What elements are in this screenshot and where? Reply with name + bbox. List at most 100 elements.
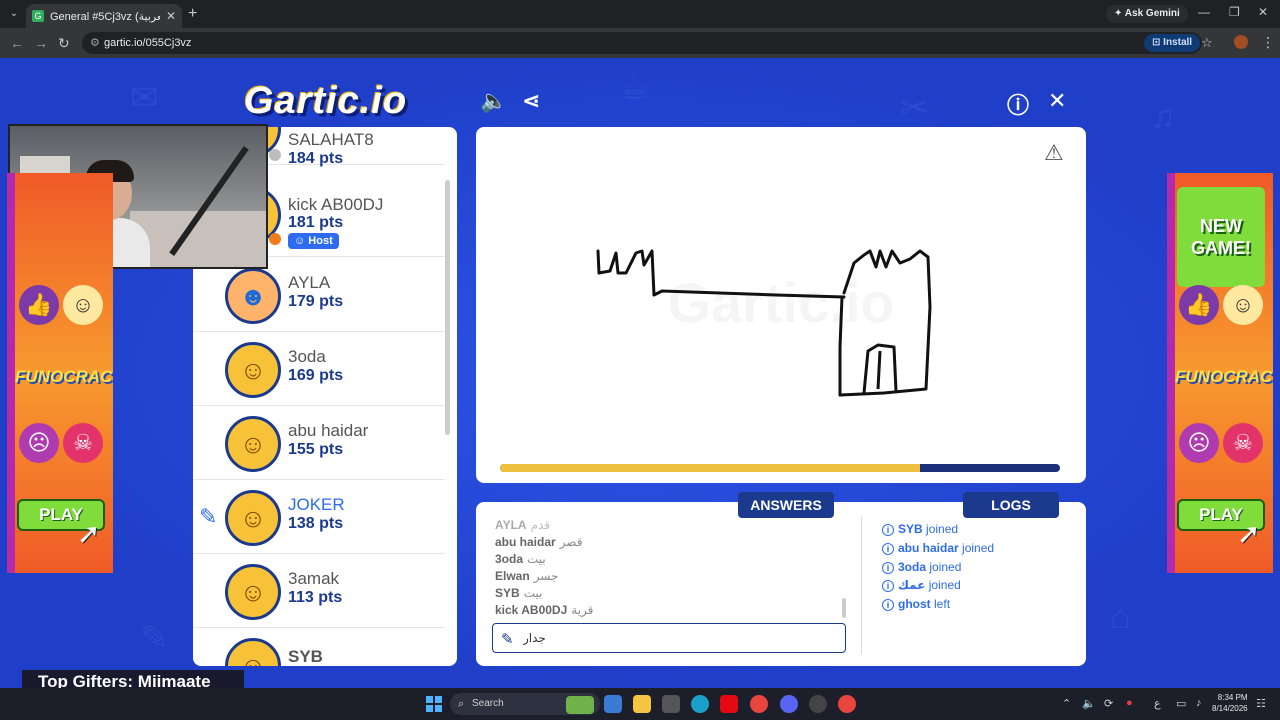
answer-input[interactable]	[523, 628, 843, 648]
widget-icon[interactable]	[566, 696, 594, 714]
profile-avatar-icon[interactable]	[1234, 35, 1248, 49]
answer-player: abu haidar	[495, 535, 556, 549]
install-button[interactable]: ⊡ Install	[1144, 34, 1201, 52]
windows-start-icon[interactable]	[426, 696, 442, 712]
player-list-scrollbar[interactable]	[445, 180, 450, 435]
player-row[interactable]: ☺ 3oda 169 pts	[193, 332, 445, 406]
url-field[interactable]: ⚙ gartic.io/055Cj3vz	[82, 32, 1202, 54]
tray-language[interactable]: ع	[1154, 697, 1161, 710]
log-action: joined	[928, 578, 961, 592]
answer-item: Elwan جسر	[495, 569, 558, 583]
drawing-canvas[interactable]: Gartic.io	[476, 127, 1086, 483]
edge-icon[interactable]	[691, 695, 709, 713]
player-points: 184 pts	[288, 150, 344, 167]
gartic-logo[interactable]: Gartic.io	[244, 80, 407, 123]
host-badge: ☺ Host	[288, 233, 339, 249]
player-points: 138 pts	[288, 515, 344, 532]
answer-input-box[interactable]: ✎	[492, 623, 846, 653]
chrome-icon[interactable]	[750, 695, 768, 713]
drawing-timer-fill	[500, 464, 920, 472]
exit-icon[interactable]: ✕	[1048, 88, 1066, 114]
answers-scrollbar[interactable]	[842, 598, 846, 618]
tab-answers[interactable]: ANSWERS	[738, 492, 834, 518]
log-item: i 3oda joined	[882, 560, 961, 574]
tray-volume-icon[interactable]: ♪	[1196, 697, 1202, 709]
forward-icon[interactable]: →	[34, 35, 48, 51]
report-warning-icon[interactable]: ⚠	[1044, 140, 1064, 166]
player-row[interactable]: ☺ SYB	[193, 628, 445, 666]
answer-player: Elwan	[495, 569, 530, 583]
tray-speaker-icon[interactable]: 🔈	[1082, 697, 1096, 710]
drawn-door-line	[876, 350, 882, 390]
tray-network-icon[interactable]: ▭	[1176, 697, 1186, 710]
close-tab-icon[interactable]: ✕	[166, 9, 176, 23]
minimize-icon[interactable]: —	[1198, 5, 1210, 19]
chrome-active-icon[interactable]	[838, 695, 856, 713]
site-info-icon[interactable]: ⚙	[90, 32, 100, 54]
answer-guess: بيت	[523, 586, 543, 600]
player-row[interactable]: ☻ AYLA 179 pts	[193, 258, 445, 332]
right-ad-banner[interactable]: NEW GAME! 👍 ☺ FUNOCRACY ☹ ☠ PLAY ➚	[1167, 173, 1273, 573]
ad-brand: FUNOCRACY	[1175, 367, 1273, 386]
answer-item: 3oda بيت	[495, 552, 546, 566]
new-tab-icon[interactable]: +	[188, 5, 197, 23]
answer-item: kick AB00DJ قرية	[495, 603, 593, 617]
tray-mic-icon[interactable]: ●	[1126, 697, 1133, 709]
ask-gemini-label: Ask Gemini	[1124, 8, 1180, 19]
host-badge-label: Host	[308, 235, 333, 247]
face-icon: ☹	[1179, 423, 1219, 463]
player-name: 3oda	[288, 347, 326, 366]
task-view-icon[interactable]	[604, 695, 622, 713]
notification-icon[interactable]: ☷	[1256, 697, 1266, 710]
ask-gemini-button[interactable]: ✦ Ask Gemini	[1106, 5, 1188, 23]
cursor-icon: ➚	[1237, 518, 1261, 549]
answer-player: kick AB00DJ	[495, 603, 568, 617]
close-window-icon[interactable]: ✕	[1258, 5, 1268, 19]
back-icon[interactable]: ←	[10, 35, 24, 51]
log-item: i ghost left	[882, 597, 950, 611]
info-icon: i	[882, 580, 894, 592]
browser-tab[interactable]: G General #5Cj3vz (العربية) - Gartic ✕	[26, 4, 182, 28]
doodle-icon: ✎	[140, 619, 169, 657]
cursor-icon: ➚	[77, 518, 101, 549]
log-item: i abu haidar joined	[882, 541, 994, 555]
clock-time: 8:34 PM	[1217, 693, 1248, 702]
answer-guess: جسر	[533, 569, 559, 583]
info-icon[interactable]: ⓘ	[1007, 88, 1029, 120]
drawing-timer-bar	[500, 464, 1060, 472]
tab-logs[interactable]: LOGS	[963, 492, 1059, 518]
tray-chevron-icon[interactable]: ⌃	[1062, 697, 1071, 710]
tab-search-chevron-icon[interactable]: ⌄	[6, 6, 22, 22]
tray-sync-icon[interactable]: ⟳	[1104, 697, 1113, 710]
browser-menu-icon[interactable]: ⋮	[1261, 34, 1275, 51]
answer-player: SYB	[495, 586, 520, 600]
log-action: joined	[926, 522, 959, 536]
player-row[interactable]: ☺ abu haidar 155 pts	[193, 406, 445, 480]
restore-icon[interactable]: ❐	[1229, 5, 1240, 19]
store-icon[interactable]	[662, 695, 680, 713]
panel-divider	[861, 516, 862, 654]
player-points: 169 pts	[288, 367, 344, 384]
player-row-drawing[interactable]: ✎ ☺ JOKER 138 pts	[193, 480, 445, 554]
file-explorer-icon[interactable]	[633, 695, 651, 713]
thumbs-up-icon: 👍	[1179, 285, 1219, 325]
taskbar-clock[interactable]: 8:34 PM 8/14/2026	[1212, 692, 1248, 714]
player-name: JOKER	[288, 495, 345, 514]
share-icon[interactable]: ⋖	[522, 88, 540, 114]
answer-guess: قدم	[530, 518, 551, 532]
taskbar-search-label: Search	[472, 698, 504, 709]
reload-icon[interactable]: ↻	[58, 35, 70, 52]
browser-tab-bar: ⌄ G General #5Cj3vz (العربية) - Gartic ✕…	[0, 0, 1280, 28]
left-ad-banner[interactable]: 👍 ☺ FUNOCRACY ☹ ☠ PLAY ➚	[7, 173, 113, 573]
sound-icon[interactable]: 🔈	[480, 88, 507, 114]
player-points: 181 pts	[288, 214, 344, 231]
player-row[interactable]: ☺ 3amak 113 pts	[193, 554, 445, 628]
log-action: joined	[929, 560, 962, 574]
netflix-icon[interactable]	[720, 695, 738, 713]
log-action: joined	[962, 541, 995, 555]
ad-new-game: NEW GAME!	[1177, 187, 1265, 287]
bookmark-star-icon[interactable]: ☆	[1201, 35, 1213, 51]
log-player: ghost	[898, 597, 931, 611]
obs-icon[interactable]	[809, 695, 827, 713]
discord-icon[interactable]	[780, 695, 798, 713]
